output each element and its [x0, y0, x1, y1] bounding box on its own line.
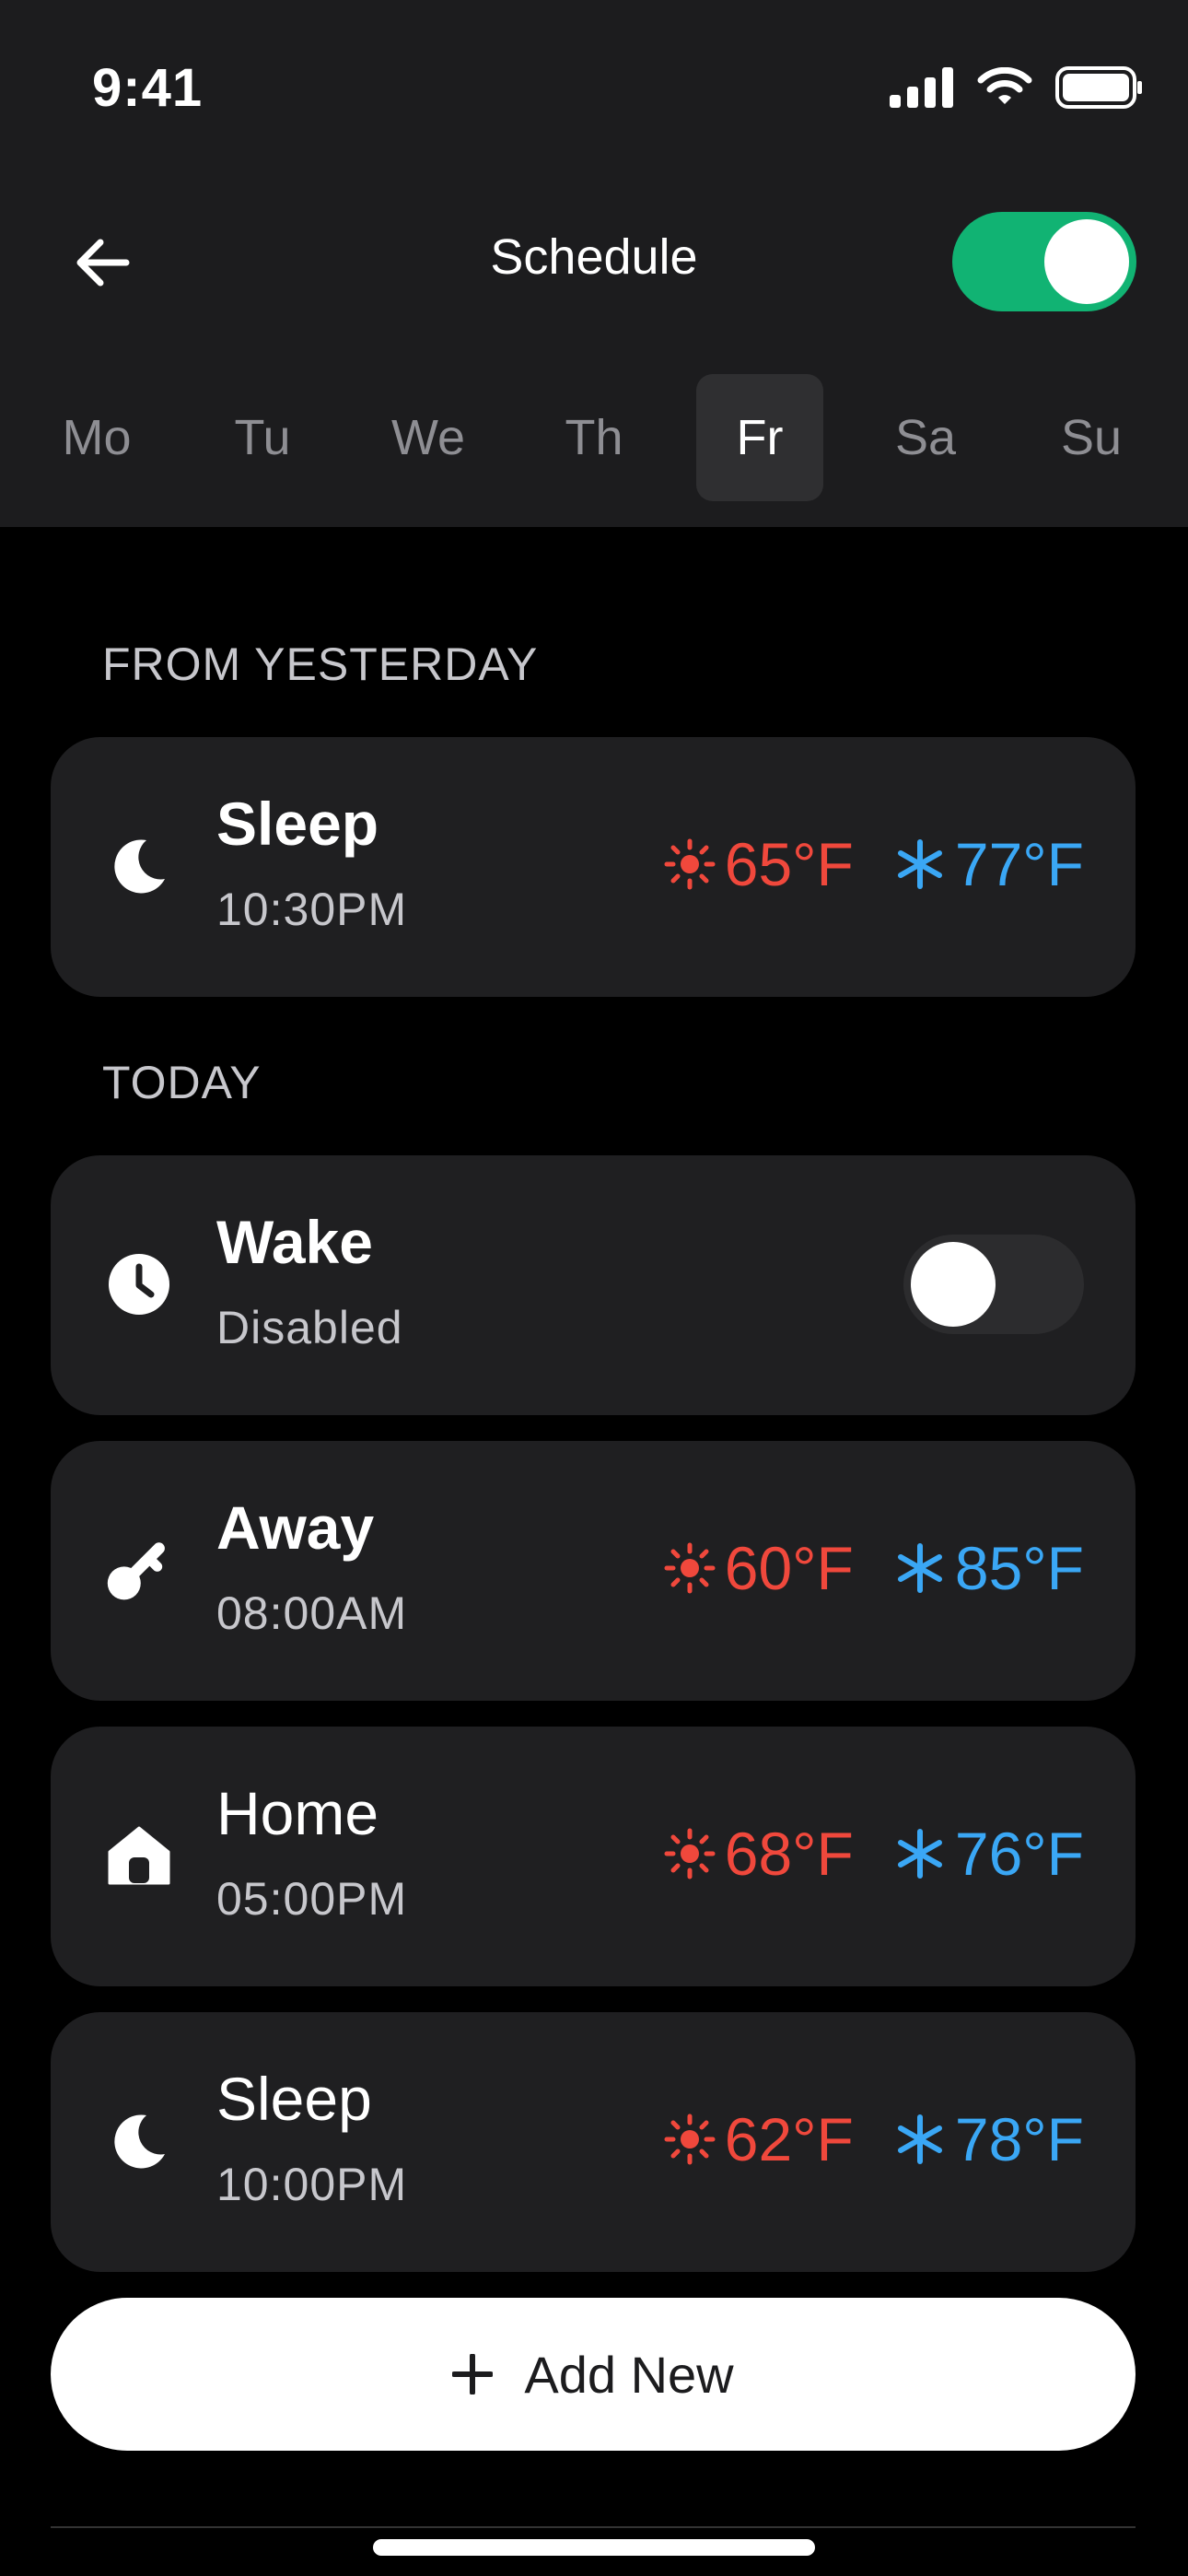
cool-value: 85°F	[954, 1534, 1084, 1602]
sun-icon	[664, 2113, 716, 2165]
heat-value: 60°F	[724, 1534, 854, 1602]
card-name: Away	[216, 1493, 375, 1562]
cellular-signal-icon	[890, 67, 953, 108]
add-new-label: Add New	[524, 2345, 734, 2404]
day-tab-th[interactable]: Th	[530, 374, 658, 501]
card-name: Home	[216, 1779, 379, 1847]
cool-value: 78°F	[954, 2105, 1084, 2173]
toggle-knob	[1044, 219, 1129, 304]
card-name: Sleep	[216, 790, 379, 858]
schedule-card-yesterday-sleep[interactable]: Sleep 10:30PM 65°F 77°F	[51, 737, 1136, 997]
snowflake-icon	[897, 839, 942, 889]
key-icon	[106, 1537, 172, 1603]
temps: 65°F 77°F	[664, 829, 1084, 899]
add-new-button[interactable]: Add New	[51, 2298, 1136, 2451]
divider	[51, 2526, 1136, 2528]
sun-icon	[664, 1542, 716, 1594]
schedule-card-sleep[interactable]: Sleep 10:00PM 62°F 78°F	[51, 2012, 1136, 2272]
card-time: 10:30PM	[216, 884, 408, 935]
heat-setpoint: 60°F	[664, 1533, 854, 1603]
wake-toggle[interactable]	[903, 1235, 1084, 1334]
status-icons	[890, 66, 1144, 109]
card-status: Disabled	[216, 1302, 403, 1353]
card-time: 05:00PM	[216, 1873, 408, 1925]
sun-icon	[664, 838, 716, 890]
section-label-yesterday: FROM YESTERDAY	[102, 638, 539, 690]
card-name: Sleep	[216, 2065, 372, 2133]
schedule-card-home[interactable]: Home 05:00PM 68°F 76°F	[51, 1727, 1136, 1986]
card-time: 10:00PM	[216, 2159, 408, 2210]
day-tab-su[interactable]: Su	[1028, 374, 1155, 501]
section-label-today: TODAY	[102, 1057, 262, 1108]
card-name: Wake	[216, 1208, 373, 1276]
sun-icon	[664, 1828, 716, 1879]
heat-value: 65°F	[724, 830, 854, 898]
schedule-toggle[interactable]	[952, 212, 1136, 311]
day-tab-sa[interactable]: Sa	[862, 374, 989, 501]
day-tab-mo[interactable]: Mo	[33, 374, 160, 501]
schedule-card-wake[interactable]: Wake Disabled	[51, 1155, 1136, 1415]
cool-setpoint: 77°F	[894, 829, 1084, 899]
top-bar: 9:41 Schedule Mo Tu We Th Fr Sa Su	[0, 0, 1188, 527]
day-tab-tu[interactable]: Tu	[199, 374, 326, 501]
heat-setpoint: 62°F	[664, 2104, 854, 2174]
day-tab-fr[interactable]: Fr	[696, 374, 823, 501]
card-time: 08:00AM	[216, 1587, 408, 1639]
plus-icon	[452, 2354, 494, 2395]
temps: 60°F 85°F	[664, 1533, 1084, 1603]
clock-icon	[106, 1251, 172, 1317]
heat-value: 68°F	[724, 1820, 854, 1888]
snowflake-icon	[897, 1543, 942, 1593]
temps: 68°F 76°F	[664, 1819, 1084, 1889]
snowflake-icon	[897, 1829, 942, 1879]
battery-icon	[1055, 66, 1142, 109]
status-time: 9:41	[92, 58, 204, 118]
day-selector: Mo Tu We Th Fr Sa Su	[33, 374, 1155, 501]
cool-value: 76°F	[954, 1820, 1084, 1888]
temps: 62°F 78°F	[664, 2104, 1084, 2174]
cool-setpoint: 76°F	[894, 1819, 1084, 1889]
wifi-icon	[977, 67, 1032, 104]
heat-value: 62°F	[724, 2105, 854, 2173]
heat-setpoint: 65°F	[664, 829, 854, 899]
toggle-knob	[911, 1242, 996, 1327]
home-indicator[interactable]	[373, 2539, 815, 2556]
cool-setpoint: 78°F	[894, 2104, 1084, 2174]
heat-setpoint: 68°F	[664, 1819, 854, 1889]
snowflake-icon	[897, 2114, 942, 2164]
cool-setpoint: 85°F	[894, 1533, 1084, 1603]
cool-value: 77°F	[954, 830, 1084, 898]
home-icon	[106, 1822, 172, 1889]
day-tab-we[interactable]: We	[365, 374, 492, 501]
moon-icon	[106, 833, 172, 899]
schedule-card-away[interactable]: Away 08:00AM 60°F 85°F	[51, 1441, 1136, 1701]
moon-icon	[106, 2108, 172, 2174]
